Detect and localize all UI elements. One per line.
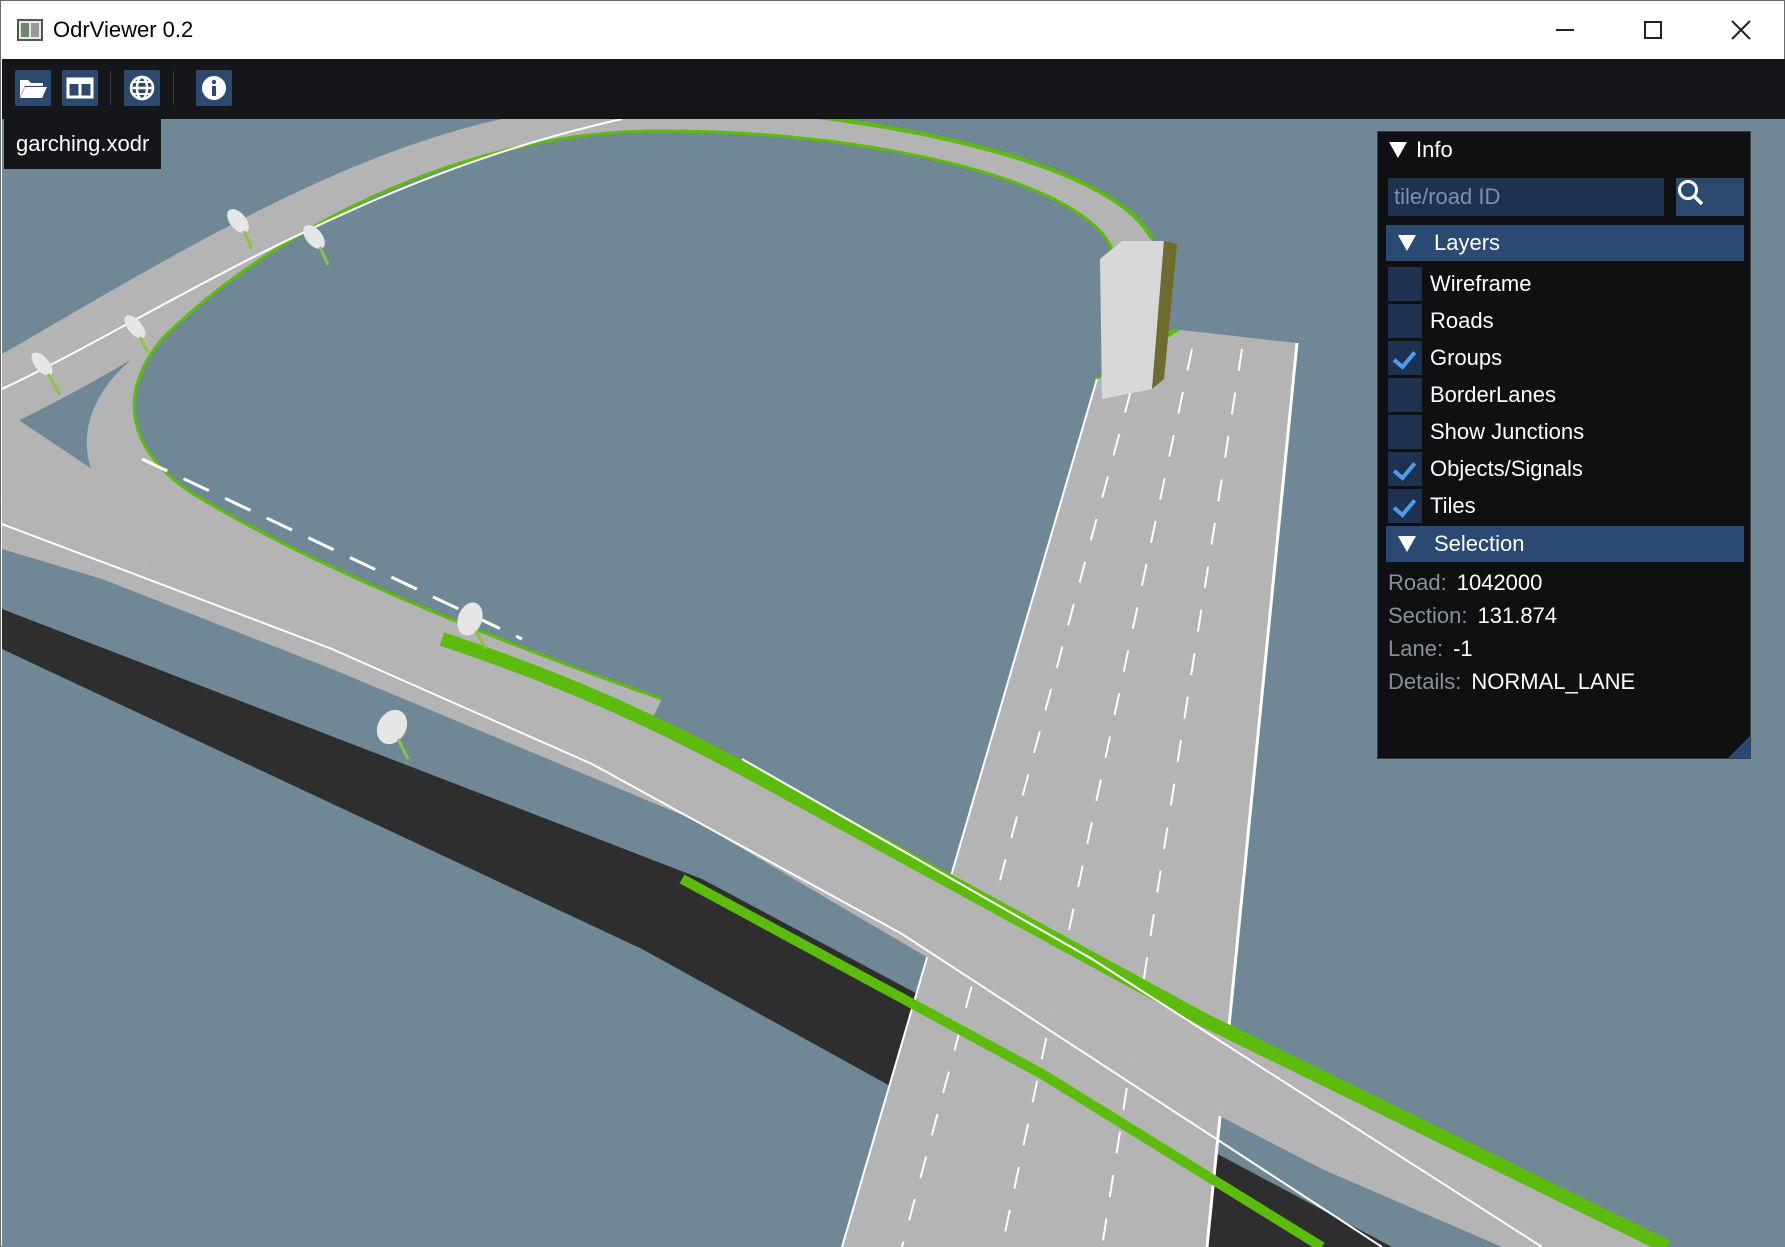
section-key: Section:	[1388, 603, 1468, 628]
lane-value: -1	[1453, 636, 1473, 661]
toolbar-separator	[173, 71, 174, 105]
split-view-button[interactable]	[62, 70, 98, 106]
collapse-triangle-icon	[1398, 536, 1416, 552]
objects-signals-checkbox[interactable]	[1388, 452, 1422, 486]
roads-checkbox[interactable]	[1388, 304, 1422, 338]
layer-label: Wireframe	[1430, 271, 1532, 296]
folder-open-icon	[20, 80, 47, 98]
layer-label: Objects/Signals	[1430, 456, 1583, 481]
globe-icon	[129, 75, 155, 101]
app-window: OdrViewer 0.2 garching.xodr Info tile/ro…	[0, 0, 1785, 1247]
split-view-icon	[66, 77, 94, 99]
open-file-button[interactable]	[15, 70, 51, 106]
search-button[interactable]	[1676, 178, 1744, 216]
groups-checkbox[interactable]	[1388, 341, 1422, 375]
tiles-checkbox[interactable]	[1388, 489, 1422, 523]
layer-objects-signals[interactable]: Objects/Signals	[1388, 452, 1738, 488]
layer-label: Tiles	[1430, 493, 1476, 518]
minimize-button[interactable]	[1521, 1, 1609, 59]
layer-tiles[interactable]: Tiles	[1388, 489, 1738, 525]
layer-borderlanes[interactable]: BorderLanes	[1388, 378, 1738, 414]
title-bar: OdrViewer 0.2	[1, 1, 1784, 59]
selection-road: Road: 1042000	[1388, 568, 1542, 598]
info-panel-title: Info	[1416, 137, 1453, 162]
selection-section-title: Selection	[1434, 531, 1525, 556]
file-name-label: garching.xodr	[4, 119, 162, 169]
close-icon	[1731, 20, 1751, 40]
layer-label: Show Junctions	[1430, 419, 1585, 444]
map-viewport[interactable]: garching.xodr Info Layers Wireframe Roa	[2, 119, 1785, 1247]
layer-groups[interactable]: Groups	[1388, 341, 1738, 377]
collapse-triangle-icon	[1398, 235, 1416, 251]
selection-lane: Lane: -1	[1388, 634, 1473, 664]
selection-section-header[interactable]: Selection	[1386, 526, 1744, 562]
info-panel[interactable]: Info Layers Wireframe Roads Groups	[1377, 131, 1751, 759]
maximize-button[interactable]	[1609, 1, 1697, 59]
window-title: OdrViewer 0.2	[53, 17, 194, 42]
road-id-search-input[interactable]	[1388, 178, 1664, 216]
show-junctions-checkbox[interactable]	[1388, 415, 1422, 449]
info-icon	[202, 76, 226, 100]
layer-label: Groups	[1430, 345, 1503, 370]
app-icon	[17, 19, 43, 41]
wireframe-checkbox[interactable]	[1388, 267, 1422, 301]
info-button[interactable]	[196, 70, 232, 106]
layer-roads[interactable]: Roads	[1388, 304, 1738, 340]
globe-button[interactable]	[124, 70, 160, 106]
details-value: NORMAL_LANE	[1471, 669, 1636, 694]
toolbar-separator	[110, 71, 111, 105]
layers-section-title: Layers	[1434, 230, 1501, 255]
layers-section-header[interactable]: Layers	[1386, 225, 1744, 261]
layer-show-junctions[interactable]: Show Junctions	[1388, 415, 1738, 451]
panel-resize-grip[interactable]	[1728, 736, 1750, 758]
layer-label: BorderLanes	[1430, 382, 1556, 407]
details-key: Details:	[1388, 669, 1462, 694]
minimize-icon	[1556, 29, 1574, 31]
info-panel-header[interactable]: Info	[1378, 132, 1750, 168]
search-icon	[1678, 180, 1704, 206]
toolbar	[2, 59, 1785, 119]
maximize-icon	[1644, 21, 1662, 39]
lane-key: Lane:	[1388, 636, 1444, 661]
section-value: 131.874	[1477, 603, 1558, 628]
road-key: Road:	[1388, 570, 1447, 595]
road-value: 1042000	[1456, 570, 1543, 595]
collapse-triangle-icon	[1389, 142, 1407, 158]
borderlanes-checkbox[interactable]	[1388, 378, 1422, 412]
layer-wireframe[interactable]: Wireframe	[1388, 267, 1738, 303]
close-button[interactable]	[1697, 1, 1785, 59]
layer-label: Roads	[1430, 308, 1494, 333]
selection-section: Section: 131.874	[1388, 601, 1557, 631]
selection-details: Details: NORMAL_LANE	[1388, 667, 1635, 697]
